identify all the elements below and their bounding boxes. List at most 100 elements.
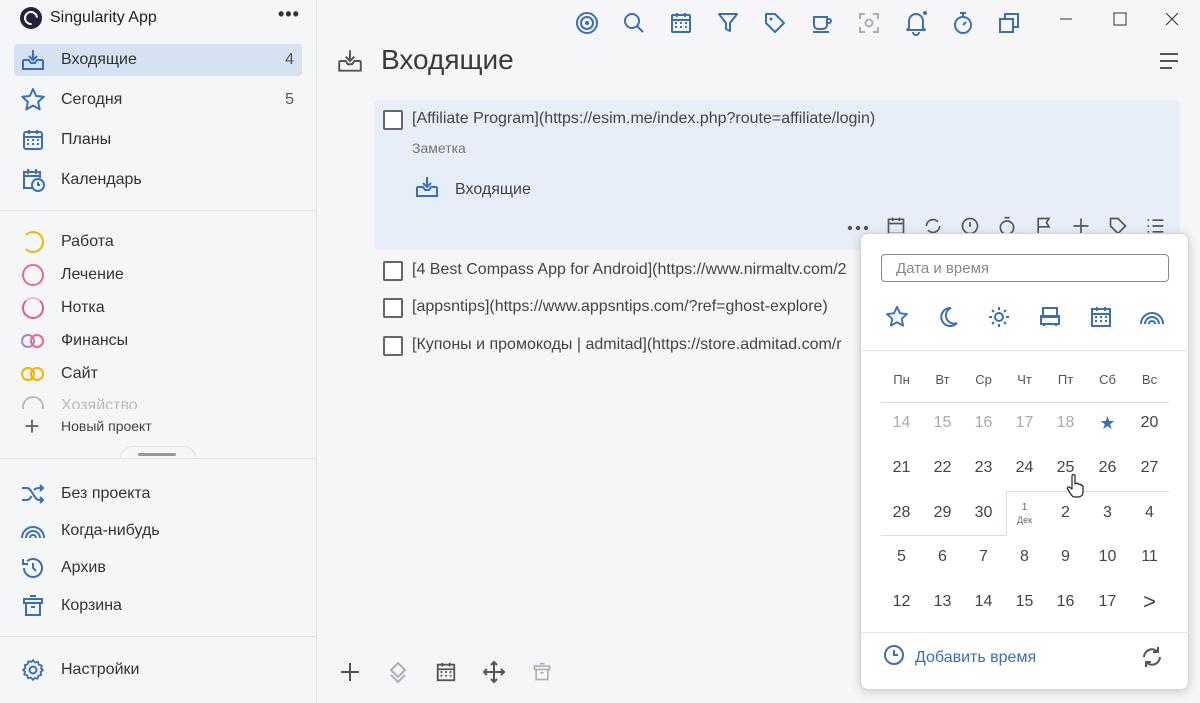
tag-icon[interactable] [762,10,788,36]
calendar-day[interactable]: 12 [881,580,922,624]
calendar-day[interactable]: 15 [922,401,963,445]
task-title[interactable]: [4 Best Compass App for Android](https:/… [412,261,847,279]
search-icon[interactable] [621,10,647,36]
trash-icon[interactable] [530,660,554,684]
new-project-label: Новый проект [61,418,152,434]
coffee-icon[interactable] [809,10,835,36]
calendar-day[interactable]: 16 [1045,580,1086,624]
project-ring-icon [22,396,44,409]
sidebar-item-inbox[interactable]: Входящие 4 [14,44,302,76]
star-icon[interactable] [884,304,910,330]
bell-icon[interactable] [903,10,929,36]
new-project-button[interactable]: + Новый проект [20,413,152,439]
close-button[interactable] [1152,6,1192,32]
calendar-day[interactable]: 23 [963,446,1004,490]
calendar-day[interactable]: 5 [881,535,922,579]
copy-window-icon[interactable] [996,10,1022,36]
sidebar-item-today[interactable]: Сегодня 5 [14,84,302,116]
minimize-button[interactable] [1046,6,1086,32]
sidebar-item-archive[interactable]: Архив [14,552,302,584]
task-project-chip[interactable]: Входящие [414,175,531,204]
sofa-icon[interactable] [1037,304,1063,330]
date-time-input[interactable] [881,254,1169,282]
filter-icon[interactable] [715,10,741,36]
calendar-day[interactable]: 9 [1045,535,1086,579]
task-title[interactable]: [Affiliate Program](https://esim.me/inde… [412,110,875,128]
calendar-day[interactable]: 29 [922,491,963,535]
project-item-notka[interactable]: Нотка [14,294,302,322]
calendar-day[interactable]: 26 [1087,446,1128,490]
gear-icon [20,657,46,683]
resize-handle[interactable] [138,453,176,456]
calendar-day[interactable]: 10 [1087,535,1128,579]
calendar-day[interactable]: 20 [1129,401,1170,445]
scan-icon[interactable] [856,10,882,36]
calendar-day[interactable]: 6 [922,535,963,579]
calendar-day[interactable]: 17 [1004,401,1045,445]
calendar-day[interactable]: 16 [963,401,1004,445]
calendar-day[interactable]: 14 [881,401,922,445]
calendar-icon[interactable] [1088,304,1114,330]
rainbow-icon[interactable] [1139,304,1165,330]
calendar-icon[interactable] [668,10,694,36]
calendar-day[interactable]: 7 [963,535,1004,579]
calendar-day[interactable]: 18 [1045,401,1086,445]
calendar-day[interactable]: 27 [1129,446,1170,490]
project-label: Финансы [61,332,129,349]
calendar-day[interactable]: 3 [1087,491,1128,535]
sun-icon[interactable] [986,304,1012,330]
add-time-button[interactable]: Добавить время [883,644,1036,671]
task-checkbox[interactable] [383,110,403,130]
sidebar-item-label: Без проекта [61,485,151,502]
calendar-day[interactable]: 11 [1129,535,1170,579]
project-item-finance[interactable]: Финансы [14,327,302,355]
focus-target-icon[interactable] [574,10,600,36]
sidebar-item-calendar[interactable]: Календарь [14,164,302,196]
task-title[interactable]: [appsntips](https://www.appsntips.com/?r… [412,298,828,316]
task-checkbox[interactable] [383,261,403,281]
app-title: Singularity App [50,9,157,26]
task-note[interactable]: Заметка [412,140,466,156]
next-month-chevron-icon[interactable]: > [1129,580,1170,624]
calendar-day-month-start[interactable]: 1 Дек [1004,491,1045,535]
project-item-work[interactable]: Работа [14,228,302,256]
move-icon[interactable] [482,660,506,684]
maximize-button[interactable] [1100,6,1140,32]
sidebar-item-plans[interactable]: Планы [14,124,302,156]
task-checkbox[interactable] [383,336,403,356]
more-icon[interactable]: ••• [278,4,300,25]
project-item-site[interactable]: Сайт [14,360,302,388]
sidebar-item-no-project[interactable]: Без проекта [14,478,302,510]
task-title[interactable]: [Купоны и промокоды | admitad](https://s… [412,336,842,354]
project-item-household[interactable]: Хозяйство [14,393,302,409]
calendar-day[interactable]: 22 [922,446,963,490]
calendar-day[interactable]: 8 [1004,535,1045,579]
menu-lines-icon[interactable] [1158,51,1180,76]
resize-arc [120,446,196,458]
project-item-treatment[interactable]: Лечение [14,261,302,289]
sidebar-item-someday[interactable]: Когда-нибудь [14,515,302,547]
repeat-icon[interactable] [1141,645,1163,674]
calendar-day[interactable]: 28 [881,491,922,535]
project-ring-icon [22,231,44,253]
calendar-day[interactable]: 30 [963,491,1004,535]
sidebar-item-trash[interactable]: Корзина [14,590,302,622]
calendar-day[interactable]: 24 [1004,446,1045,490]
task-checkbox[interactable] [383,298,403,318]
calendar-day[interactable]: 4 [1129,491,1170,535]
timer-icon[interactable] [950,10,976,36]
add-task-icon[interactable] [338,660,362,684]
calendar-day[interactable]: 15 [1004,580,1045,624]
calendar-day[interactable]: 14 [963,580,1004,624]
today-star-icon[interactable]: ★ [1087,401,1128,445]
calendar-icon[interactable] [434,660,458,684]
calendar-day[interactable]: 13 [922,580,963,624]
calendar-day[interactable]: 21 [881,446,922,490]
task-card-expanded[interactable]: [Affiliate Program](https://esim.me/inde… [374,100,1180,250]
moon-icon[interactable] [935,304,961,330]
layers-icon[interactable] [386,660,410,684]
calendar-day[interactable]: 17 [1087,580,1128,624]
sidebar-item-settings[interactable]: Настройки [14,654,302,686]
popup-divider [861,632,1190,633]
weekday-label: Ср [975,372,992,387]
